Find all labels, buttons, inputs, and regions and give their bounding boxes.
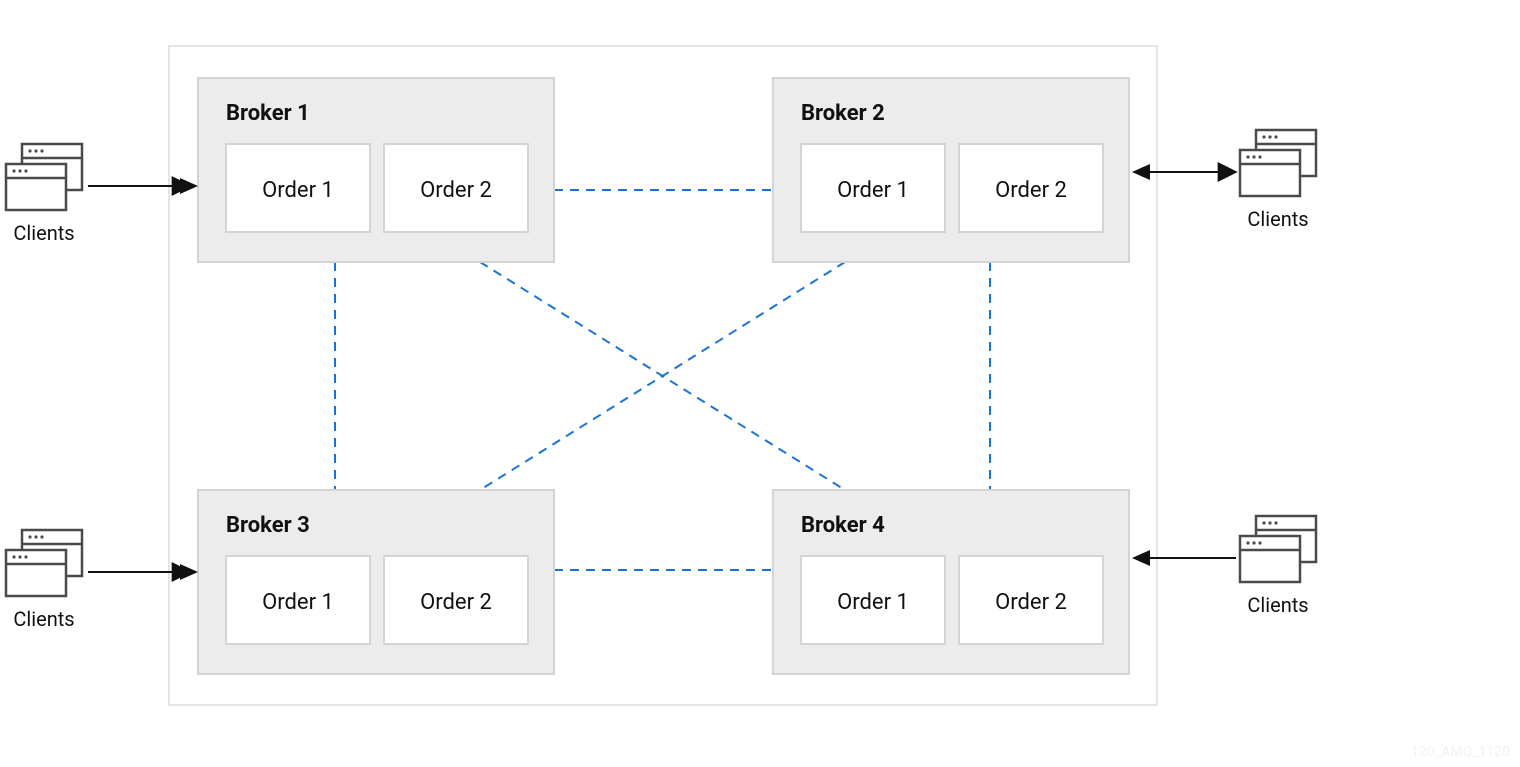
clients-label-bl: Clients [13,607,74,631]
broker-1-title: Broker 1 [226,101,310,126]
broker-4-order-2: Order 2 [995,590,1067,615]
broker-2-order-1: Order 1 [837,178,909,203]
clients-label-tl: Clients [13,221,74,245]
broker-2: Broker 2 Order 1 Order 2 [773,78,1129,262]
footer-code: 120_AMQ_1120 [1411,744,1510,760]
broker-1-order-1: Order 1 [262,178,334,203]
broker-3-title: Broker 3 [226,513,310,538]
broker-3: Broker 3 Order 1 Order 2 [198,490,554,674]
broker-3-order-2: Order 2 [420,590,492,615]
arrow-tl-head [180,178,198,194]
broker-1: Broker 1 Order 1 Order 2 [198,78,554,262]
clients-label-br: Clients [1247,593,1308,617]
broker-4-title: Broker 4 [801,513,885,538]
arrow-br-head [1132,550,1150,566]
broker-2-order-2: Order 2 [995,178,1067,203]
clients-icon-top-right: Clients [1240,130,1316,231]
broker-4-order-1: Order 1 [837,590,909,615]
clients-icon-top-left: Clients [6,144,82,245]
broker-1-order-2: Order 2 [420,178,492,203]
broker-2-title: Broker 2 [801,101,885,126]
arrow-tr-head [1132,164,1150,180]
broker-4: Broker 4 Order 1 Order 2 [773,490,1129,674]
arrow-bl-head [180,564,198,580]
clients-icon-bottom-right: Clients [1240,516,1316,617]
clients-icon-bottom-left: Clients [6,530,82,631]
clients-label-tr: Clients [1247,207,1308,231]
broker-3-order-1: Order 1 [262,590,334,615]
